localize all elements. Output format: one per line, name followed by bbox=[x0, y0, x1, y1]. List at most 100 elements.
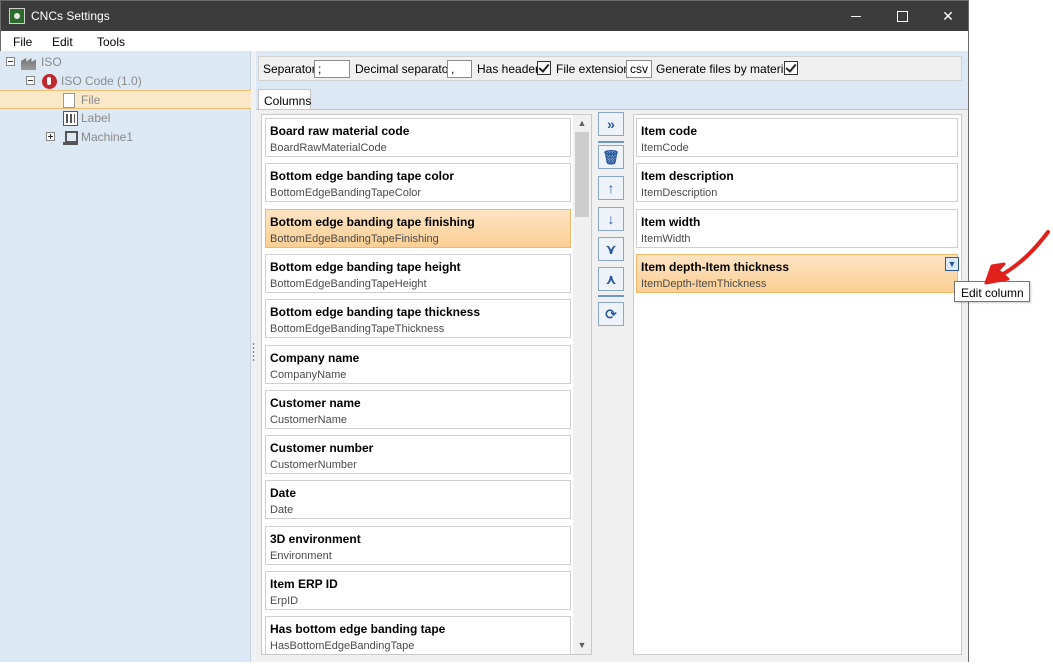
generate-files-label: Generate files by material bbox=[656, 62, 793, 76]
add-all-button[interactable]: » bbox=[598, 112, 624, 136]
decimal-separator-input[interactable] bbox=[447, 60, 472, 78]
title-bar[interactable]: CNCs Settings ✕ bbox=[1, 1, 968, 31]
column-title: Date bbox=[270, 486, 297, 501]
tree-item-file[interactable]: File bbox=[0, 90, 251, 109]
column-item[interactable]: Customer name CustomerName bbox=[265, 389, 571, 429]
action-separator bbox=[598, 141, 624, 143]
refresh-button[interactable]: ⟳ bbox=[598, 302, 624, 326]
column-key: BottomEdgeBandingTapeColor bbox=[270, 187, 422, 200]
expand-icon[interactable] bbox=[46, 132, 55, 141]
column-item[interactable]: Bottom edge banding tape color BottomEdge… bbox=[265, 163, 571, 203]
column-key: ErpID bbox=[270, 595, 299, 607]
tree-item-label: Machine1 bbox=[81, 130, 134, 144]
column-key: Date bbox=[270, 504, 294, 517]
column-key: ItemCode bbox=[641, 142, 689, 154]
tree-item-iso[interactable]: ISO bbox=[0, 53, 250, 72]
iso-code-icon bbox=[42, 74, 57, 89]
merge-columns-button[interactable]: ⋎ bbox=[598, 237, 624, 261]
column-item[interactable]: Bottom edge banding tape height BottomEdg… bbox=[265, 253, 571, 293]
decimal-separator-label: Decimal separator bbox=[355, 62, 453, 76]
scroll-down-icon[interactable]: ▼ bbox=[573, 637, 591, 654]
column-item[interactable]: Board raw material code BoardRawMaterialC… bbox=[265, 118, 571, 157]
tree-item-iso-code[interactable]: ISO Code (1.0) bbox=[0, 72, 250, 91]
column-title: Has bottom edge banding tape bbox=[270, 622, 446, 637]
tree-item-label: ISO bbox=[41, 55, 62, 69]
column-item[interactable]: Bottom edge banding tape thickness Bottom… bbox=[265, 299, 571, 339]
column-title: Item code bbox=[641, 124, 698, 138]
file-extension-input[interactable] bbox=[626, 60, 652, 78]
menu-file[interactable]: File bbox=[13, 35, 32, 49]
delete-button[interactable]: 🗑 bbox=[598, 145, 624, 169]
collapse-icon[interactable] bbox=[6, 57, 15, 66]
file-extension-label: File extension bbox=[556, 62, 631, 76]
column-item[interactable]: Bottom edge banding tape finishing Bottom… bbox=[265, 208, 571, 248]
menu-bar: File Edit Tools bbox=[1, 31, 968, 52]
column-item[interactable]: 3D environment Environment bbox=[265, 525, 571, 565]
tree-item-label: ISO Code (1.0) bbox=[61, 74, 142, 88]
selected-columns-list: Item code ItemCode Item description ItemDes… bbox=[633, 114, 962, 655]
file-icon bbox=[63, 93, 75, 108]
separator-label: Separator bbox=[263, 62, 316, 76]
column-title: Item depth-Item thickness bbox=[641, 259, 790, 274]
column-item[interactable]: Company name CompanyName bbox=[265, 344, 571, 384]
column-title: Board raw material code bbox=[270, 124, 410, 138]
column-item[interactable]: Item depth-Item thickness ItemDepth-ItemT… bbox=[636, 253, 959, 293]
tab-columns[interactable]: Columns bbox=[258, 89, 311, 110]
column-key: CustomerNumber bbox=[270, 459, 357, 472]
column-title: Customer name bbox=[270, 395, 361, 410]
settings-tree: ISO ISO Code (1.0) File Label Machine1 bbox=[0, 51, 251, 662]
edit-column-icon[interactable]: ▼ bbox=[945, 256, 959, 271]
column-item[interactable]: Date Date bbox=[265, 480, 571, 520]
column-actions: » 🗑 ↑ ↓ ⋎ ⋏ ⟳ bbox=[596, 112, 628, 332]
column-title: Bottom edge banding tape height bbox=[270, 259, 461, 274]
splitter-grip-icon[interactable] bbox=[252, 342, 255, 362]
move-up-button[interactable]: ↑ bbox=[598, 176, 624, 200]
column-key: BottomEdgeBandingTapeThickness bbox=[270, 323, 445, 336]
column-title: Company name bbox=[270, 350, 360, 365]
column-title: Item width bbox=[641, 214, 701, 229]
column-item[interactable]: Item code ItemCode bbox=[636, 118, 958, 157]
close-button[interactable]: ✕ bbox=[925, 1, 968, 31]
scroll-up-icon[interactable]: ▲ bbox=[573, 115, 591, 132]
column-key: CompanyName bbox=[270, 368, 347, 381]
has-header-label: Has header bbox=[477, 62, 540, 76]
column-key: Environment bbox=[270, 549, 332, 562]
column-item[interactable]: Item description ItemDescription bbox=[636, 163, 958, 203]
column-key: HasBottomEdgeBandingTape bbox=[270, 640, 415, 653]
column-key: CustomerName bbox=[270, 413, 348, 426]
action-separator bbox=[598, 295, 624, 297]
tree-item-machine1[interactable]: Machine1 bbox=[0, 128, 250, 147]
column-key: ItemDescription bbox=[641, 187, 718, 200]
minimize-button[interactable] bbox=[833, 1, 879, 31]
scroll-thumb[interactable] bbox=[575, 132, 589, 217]
available-columns-scrollbar[interactable]: ▲ ▼ bbox=[573, 115, 591, 654]
column-key: BottomEdgeBandingTapeHeight bbox=[270, 277, 427, 290]
annotation-arrow-icon bbox=[984, 230, 1050, 285]
column-item[interactable]: Has bottom edge banding tape HasBottomEdg… bbox=[265, 616, 571, 654]
machine-icon bbox=[63, 130, 78, 145]
factory-icon bbox=[21, 58, 36, 70]
column-item[interactable]: Item width ItemWidth bbox=[636, 208, 958, 248]
column-title: Customer number bbox=[270, 441, 374, 456]
file-options-bar: Separator Decimal separator Has header F… bbox=[258, 56, 962, 81]
column-key: ItemDepth-ItemThickness bbox=[641, 277, 767, 290]
window-title: CNCs Settings bbox=[31, 9, 110, 23]
column-item[interactable]: Item ERP ID ErpID bbox=[265, 571, 571, 610]
column-key: BoardRawMaterialCode bbox=[270, 142, 387, 154]
column-title: Bottom edge banding tape color bbox=[270, 169, 455, 184]
menu-edit[interactable]: Edit bbox=[52, 35, 73, 49]
tree-item-label: File bbox=[81, 93, 101, 107]
move-down-button[interactable]: ↓ bbox=[598, 207, 624, 231]
column-item[interactable]: Customer number CustomerNumber bbox=[265, 435, 571, 475]
split-columns-button[interactable]: ⋏ bbox=[598, 267, 624, 291]
tree-item-label[interactable]: Label bbox=[0, 109, 250, 128]
maximize-button[interactable] bbox=[879, 1, 925, 31]
has-header-checkbox[interactable] bbox=[537, 61, 551, 75]
column-key: ItemWidth bbox=[641, 232, 691, 245]
available-columns-list: Board raw material code BoardRawMaterialC… bbox=[261, 114, 592, 655]
generate-files-checkbox[interactable] bbox=[784, 61, 798, 75]
column-title: Item ERP ID bbox=[270, 577, 338, 591]
menu-tools[interactable]: Tools bbox=[97, 35, 125, 49]
collapse-icon[interactable] bbox=[26, 76, 35, 85]
separator-input[interactable] bbox=[314, 60, 350, 78]
